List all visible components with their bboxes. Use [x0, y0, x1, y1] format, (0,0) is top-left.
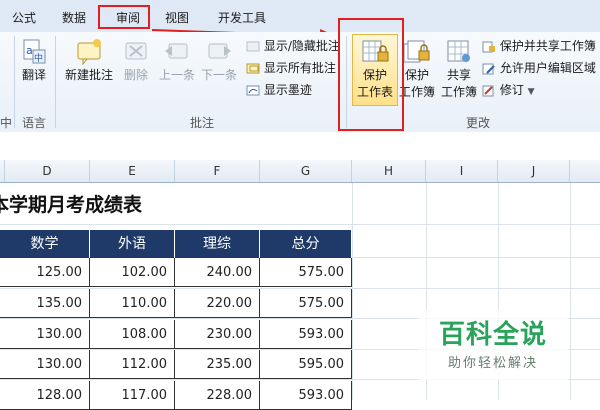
table-header-cell[interactable]: 外语 — [90, 230, 175, 258]
allow-edit-ranges-icon — [482, 63, 495, 74]
track-changes-icon — [482, 85, 494, 96]
watermark-title: 百科全说 — [438, 320, 547, 350]
table-cell[interactable]: 575.00 — [260, 289, 352, 318]
previous-comment-button[interactable]: 上一条 — [157, 38, 197, 83]
column-headers: D E F G H I J — [0, 160, 600, 183]
next-comment-icon — [208, 43, 231, 59]
protect-and-share-button[interactable]: 保护并共享工作簿 — [482, 37, 596, 54]
table-cell[interactable]: 112.00 — [90, 350, 175, 379]
tab-data[interactable]: 数据 — [62, 9, 86, 26]
share-workbook-button[interactable]: 共享 工作簿 — [440, 38, 478, 100]
show-ink-icon — [246, 85, 260, 95]
table-cell[interactable]: 240.00 — [175, 258, 260, 287]
table-cell[interactable]: 117.00 — [90, 381, 175, 410]
translate-button[interactable]: a 中 翻译 — [18, 38, 50, 83]
column-header-e[interactable]: E — [90, 160, 175, 182]
table-cell[interactable]: 110.00 — [90, 289, 175, 318]
tab-formulas[interactable]: 公式 — [12, 9, 36, 26]
previous-comment-icon — [165, 43, 188, 59]
delete-comment-button[interactable]: 删除 — [118, 38, 154, 83]
column-header-g[interactable]: G — [260, 160, 352, 182]
table-cell[interactable]: 102.00 — [90, 258, 175, 287]
column-header-f[interactable]: F — [175, 160, 260, 182]
show-hide-comment-icon — [246, 41, 260, 51]
table-cell[interactable]: 235.00 — [175, 350, 260, 379]
protect-sheet-highlight — [338, 18, 404, 131]
svg-text:中: 中 — [34, 52, 43, 64]
column-header-i[interactable]: I — [426, 160, 498, 182]
table-cell[interactable]: 593.00 — [260, 381, 352, 410]
protect-workbook-icon — [403, 40, 430, 63]
column-header-h[interactable]: H — [352, 160, 426, 182]
ribbon-panel: 中 a 中 翻译 语言 新建批注 删除 上一条 下一条 显示/隐藏批注 显示所有… — [0, 32, 600, 133]
table-header-cell[interactable]: 总分 — [260, 230, 352, 258]
table-cell[interactable]: 230.00 — [175, 320, 260, 349]
show-hide-comment-button[interactable]: 显示/隐藏批注 — [246, 37, 340, 54]
show-all-comments-button[interactable]: 显示所有批注 — [246, 59, 336, 76]
sheet-title: 本学期月考成绩表 — [0, 194, 143, 216]
track-changes-button[interactable]: 修订 ▼ — [482, 81, 535, 98]
allow-edit-ranges-button[interactable]: 允许用户编辑区域 — [482, 59, 596, 76]
table-header-cell[interactable]: 理综 — [175, 230, 260, 258]
share-workbook-icon — [447, 40, 470, 62]
changes-group-label: 更改 — [466, 116, 491, 130]
comments-group-label: 批注 — [190, 116, 215, 130]
table-cell[interactable]: 228.00 — [175, 381, 260, 410]
table-header-cell[interactable]: 数学 — [0, 230, 90, 258]
translate-icon: a 中 — [23, 39, 46, 64]
new-comment-button[interactable]: 新建批注 — [62, 38, 116, 83]
watermark-subtitle: 助你轻松解决 — [447, 356, 538, 371]
table-cell[interactable]: 130.00 — [0, 350, 90, 379]
show-ink-button[interactable]: 显示墨迹 — [246, 81, 312, 98]
table-cell[interactable]: 135.00 — [0, 289, 90, 318]
table-cell[interactable]: 125.00 — [0, 258, 90, 287]
svg-text:a: a — [26, 44, 33, 57]
table-cell[interactable]: 220.00 — [175, 289, 260, 318]
column-header-j[interactable]: J — [498, 160, 570, 182]
new-comment-icon — [77, 39, 101, 66]
table-cell[interactable]: 593.00 — [260, 320, 352, 349]
partial-group-label: 中 — [0, 116, 13, 130]
watermark: 百科全说 助你轻松解决 — [418, 310, 568, 380]
table-cell[interactable]: 108.00 — [90, 320, 175, 349]
table-cell[interactable]: 128.00 — [0, 381, 90, 410]
delete-comment-icon — [125, 42, 147, 60]
next-comment-button[interactable]: 下一条 — [199, 38, 239, 83]
chevron-down-icon[interactable]: ▼ — [528, 87, 535, 97]
protect-share-icon — [482, 41, 495, 52]
formula-bar-area — [0, 132, 600, 161]
review-tab-highlight — [98, 5, 150, 29]
table-cell[interactable]: 575.00 — [260, 258, 352, 287]
language-group-label: 语言 — [22, 116, 47, 130]
show-all-comments-icon — [246, 63, 260, 73]
table-cell[interactable]: 130.00 — [0, 320, 90, 349]
column-header-d[interactable]: D — [5, 160, 90, 182]
table-cell[interactable]: 595.00 — [260, 350, 352, 379]
